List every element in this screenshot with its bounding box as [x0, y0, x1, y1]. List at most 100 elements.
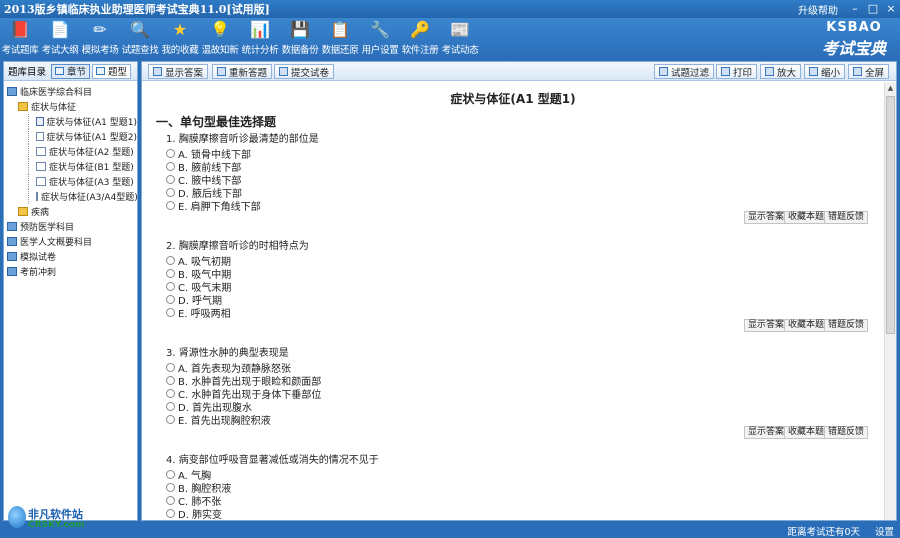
tree-item-a3[interactable]: 症状与体征(A3 型题) — [4, 174, 137, 189]
toolbar-statistics[interactable]: 📊 统计分析 — [240, 18, 280, 60]
option-row[interactable]: E. 首先出现胸腔积液 — [166, 412, 271, 427]
report-link[interactable]: 错题反馈 — [824, 211, 869, 224]
exam-countdown: 距离考试还有0天 — [787, 527, 860, 538]
filter-icon — [659, 67, 668, 76]
radio-button[interactable] — [166, 188, 175, 197]
book-icon — [7, 267, 17, 276]
tree-item-a3a4[interactable]: 症状与体征(A3/A4型题) — [4, 189, 138, 204]
favorite-link[interactable]: 收藏本题 — [784, 211, 829, 224]
radio-button[interactable] — [166, 201, 175, 210]
backup-icon: 💾 — [290, 20, 310, 39]
radio-button[interactable] — [166, 149, 175, 158]
news-icon: 📰 — [450, 20, 470, 39]
answer-icon — [153, 67, 162, 76]
paper-title: 症状与体征(A1 型题1) — [450, 92, 576, 106]
radio-button[interactable] — [166, 470, 175, 479]
tab-chapter[interactable]: 章节 — [51, 63, 91, 79]
toolbar-question-bank[interactable]: 📕 考试题库 — [0, 18, 40, 60]
toolbar-search[interactable]: 🔍 试题查找 — [120, 18, 160, 60]
radio-button[interactable] — [166, 308, 175, 317]
toolbar-news[interactable]: 📰 考试动态 — [440, 18, 480, 60]
book-icon — [7, 237, 17, 246]
window-title: 2013版乡镇临床执业助理医师考试宝典11.0[试用版] — [4, 3, 270, 16]
upgrade-help-link[interactable]: 升级帮助 — [798, 2, 838, 17]
title-bar: 2013版乡镇临床执业助理医师考试宝典11.0[试用版] 升级帮助 – □ × — [0, 0, 900, 18]
restart-button[interactable]: 重新答题 — [212, 64, 273, 79]
fullscreen-icon — [853, 67, 862, 76]
status-bar: 距离考试还有0天 设置 — [0, 522, 900, 538]
radio-button[interactable] — [166, 363, 175, 372]
document-icon — [36, 177, 46, 186]
tree-item-mock-paper[interactable]: 模拟试卷 — [4, 249, 137, 264]
fullscreen-button[interactable]: 全屏 — [848, 64, 890, 79]
favorite-link[interactable]: 收藏本题 — [784, 426, 829, 439]
radio-button[interactable] — [166, 415, 175, 424]
restore-icon: 📋 — [330, 20, 350, 39]
toolbar-restore[interactable]: 📋 数据还原 — [320, 18, 360, 60]
report-link[interactable]: 错题反馈 — [824, 426, 869, 439]
filter-button[interactable]: 试题过滤 — [654, 64, 715, 79]
radio-button[interactable] — [166, 483, 175, 492]
tree-item-a2[interactable]: 症状与体征(A2 型题) — [4, 144, 137, 159]
radio-button[interactable] — [166, 402, 175, 411]
zoom-in-button[interactable]: 放大 — [760, 64, 802, 79]
refresh-icon — [217, 67, 226, 76]
toolbar-syllabus[interactable]: 📄 考试大纲 — [40, 18, 80, 60]
lightbulb-icon: 💡 — [210, 20, 230, 39]
zoom-out-button[interactable]: 缩小 — [804, 64, 846, 79]
zoom-in-icon — [765, 67, 774, 76]
tree-item-symptoms[interactable]: 症状与体征 — [4, 99, 137, 114]
report-link[interactable]: 错题反馈 — [824, 319, 869, 332]
type-icon — [96, 67, 106, 75]
maximize-button[interactable]: □ — [864, 1, 882, 17]
show-answer-button[interactable]: 显示答案 — [148, 64, 209, 79]
toolbar-user-settings[interactable]: 🔧 用户设置 — [360, 18, 400, 60]
submit-paper-button[interactable]: 提交试卷 — [274, 64, 335, 79]
radio-button[interactable] — [166, 496, 175, 505]
minimize-button[interactable]: – — [846, 1, 864, 17]
ksbao-logo: KSBAO 考试宝典 — [821, 20, 886, 58]
tab-question-type[interactable]: 题型 — [92, 63, 132, 79]
toolbar-review[interactable]: 💡 温故知新 — [200, 18, 240, 60]
radio-button[interactable] — [166, 269, 175, 278]
radio-button[interactable] — [166, 175, 175, 184]
close-button[interactable]: × — [882, 1, 900, 17]
toolbar-register[interactable]: 🔑 软件注册 — [400, 18, 440, 60]
scroll-thumb[interactable] — [886, 96, 895, 334]
toolbar-backup[interactable]: 💾 数据备份 — [280, 18, 320, 60]
vertical-scrollbar[interactable]: ▲ — [884, 82, 896, 520]
radio-button[interactable] — [166, 376, 175, 385]
radio-button[interactable] — [166, 162, 175, 171]
option-row[interactable]: E. 呼吸两相 — [166, 305, 231, 320]
print-icon — [721, 67, 730, 76]
tree-item-a1-1[interactable]: 症状与体征(A1 型题1) — [4, 114, 137, 129]
toolbar-favorites[interactable]: ★ 我的收藏 — [160, 18, 200, 60]
tree-item-preventive[interactable]: 预防医学科目 — [4, 219, 137, 234]
tree-item-b1[interactable]: 症状与体征(B1 型题) — [4, 159, 137, 174]
tree-item-sprint[interactable]: 考前冲刺 — [4, 264, 137, 279]
print-button[interactable]: 打印 — [716, 64, 758, 79]
favorite-link[interactable]: 收藏本题 — [784, 319, 829, 332]
show-answer-link[interactable]: 显示答案 — [744, 211, 789, 224]
radio-button[interactable] — [166, 282, 175, 291]
show-answer-link[interactable]: 显示答案 — [744, 319, 789, 332]
tree-item-humanities[interactable]: 医学人文概要科目 — [4, 234, 137, 249]
settings-link[interactable]: 设置 — [875, 524, 894, 538]
catalog-header: 题库目录 章节 题型 — [4, 62, 137, 81]
radio-button[interactable] — [166, 295, 175, 304]
toolbar-mock-exam[interactable]: ✏ 模拟考场 — [80, 18, 120, 60]
question-text: 4. 病变部位呼吸音显著减低或消失的情况不见于 — [166, 455, 379, 466]
radio-button[interactable] — [166, 256, 175, 265]
scroll-up-icon[interactable]: ▲ — [885, 82, 896, 94]
tree-item-disease[interactable]: 疾病 — [4, 204, 137, 219]
option-row[interactable]: D. 肺实变 — [166, 506, 222, 520]
radio-button[interactable] — [166, 389, 175, 398]
catalog-tree: 临床医学综合科目 症状与体征 症状与体征(A1 型题1) 症状与体征(A1 型题… — [4, 81, 138, 279]
option-row[interactable]: E. 肩胛下角线下部 — [166, 198, 261, 213]
radio-button[interactable] — [166, 509, 175, 518]
document-icon — [36, 147, 46, 156]
tree-item-clinical[interactable]: 临床医学综合科目 — [4, 84, 137, 99]
show-answer-link[interactable]: 显示答案 — [744, 426, 789, 439]
site-watermark: 非凡软件站 CRSKY.com — [6, 500, 106, 536]
tree-item-a1-2[interactable]: 症状与体征(A1 型题2) — [4, 129, 137, 144]
